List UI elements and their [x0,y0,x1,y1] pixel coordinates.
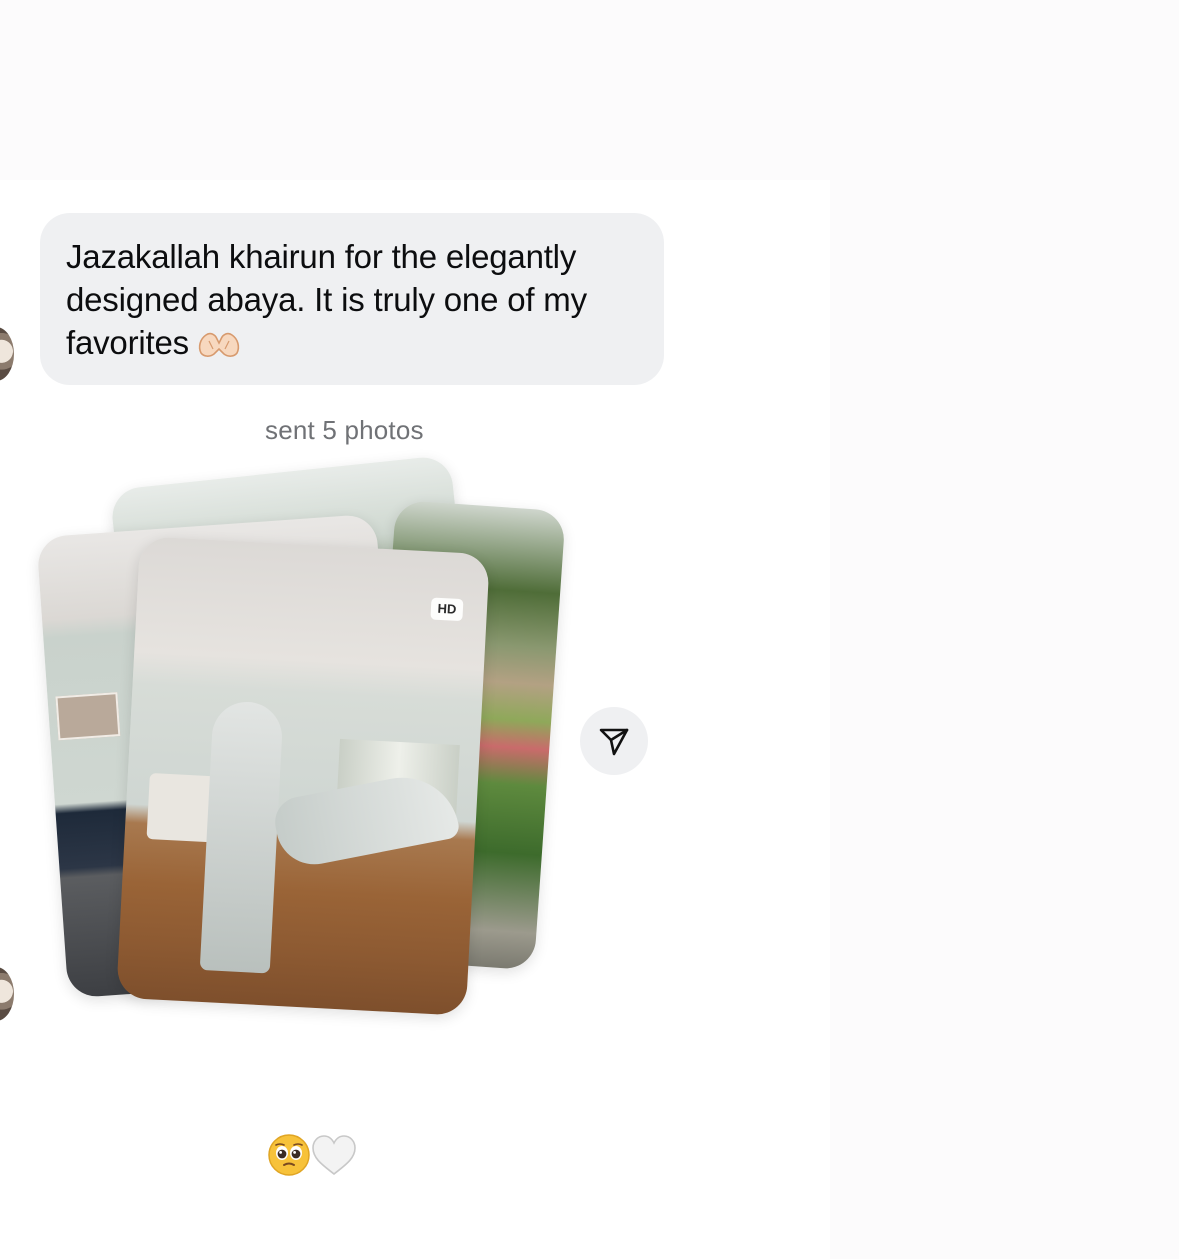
pleading-face-icon [268,1134,310,1176]
message-line-last: favorites [66,321,638,364]
message-line: Jazakallah khairun for the elegantly [66,238,577,275]
heart-hands-icon [198,332,240,357]
reaction-emojis [268,1134,356,1176]
message-reaction[interactable] [268,1132,358,1178]
message-bubble[interactable]: Jazakallah khairun for the elegantly des… [40,213,664,385]
photo-thumbnail-main[interactable]: HD [116,536,490,1016]
send-arrow-icon [599,728,629,756]
share-button[interactable] [580,707,648,775]
wall-painting [55,692,121,741]
sent-photos-label: sent 5 photos [265,415,424,445]
white-heart-icon [312,1135,356,1176]
chat-screen: Jazakallah khairun for the elegantly des… [0,0,1179,1259]
abaya-figure [199,700,284,974]
hd-badge: HD [430,597,464,622]
message-line: designed abaya. It is truly one of my [66,281,587,318]
message-line-text: favorites [66,324,189,361]
